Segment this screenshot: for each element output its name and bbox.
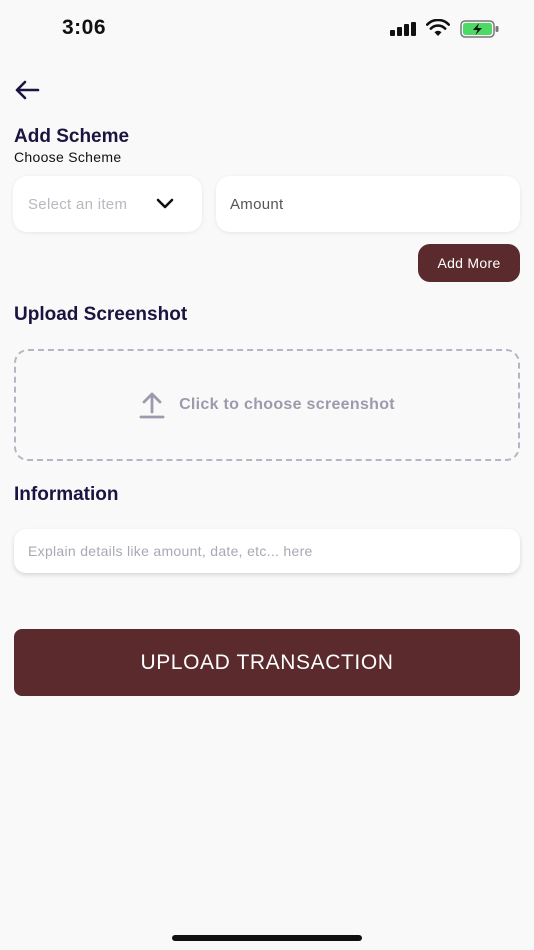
amount-input[interactable]: Amount — [216, 176, 520, 232]
information-title: Information — [14, 484, 119, 505]
chevron-down-icon — [156, 198, 174, 209]
upload-transaction-button[interactable]: UPLOAD TRANSACTION — [14, 629, 520, 696]
add-scheme-title: Add Scheme — [14, 126, 130, 147]
wifi-icon — [426, 19, 450, 36]
back-button[interactable] — [10, 76, 44, 104]
arrow-left-icon — [15, 80, 40, 100]
upload-screenshot-title: Upload Screenshot — [14, 304, 188, 325]
status-time: 3:06 — [62, 16, 107, 39]
status-bar: 3:06 — [0, 0, 534, 58]
scheme-select-placeholder: Select an item — [28, 195, 128, 213]
add-more-button[interactable]: Add More — [418, 244, 520, 282]
choose-scheme-label: Choose Scheme — [14, 149, 122, 165]
signal-icon — [390, 22, 416, 36]
information-input[interactable]: Explain details like amount, date, etc..… — [14, 529, 520, 573]
dropzone-label: Click to choose screenshot — [179, 396, 395, 413]
battery-charging-icon — [460, 20, 499, 38]
scheme-select[interactable]: Select an item — [13, 176, 202, 232]
screenshot-dropzone[interactable]: Click to choose screenshot — [14, 349, 520, 461]
upload-icon — [139, 392, 165, 419]
home-indicator — [172, 935, 362, 941]
